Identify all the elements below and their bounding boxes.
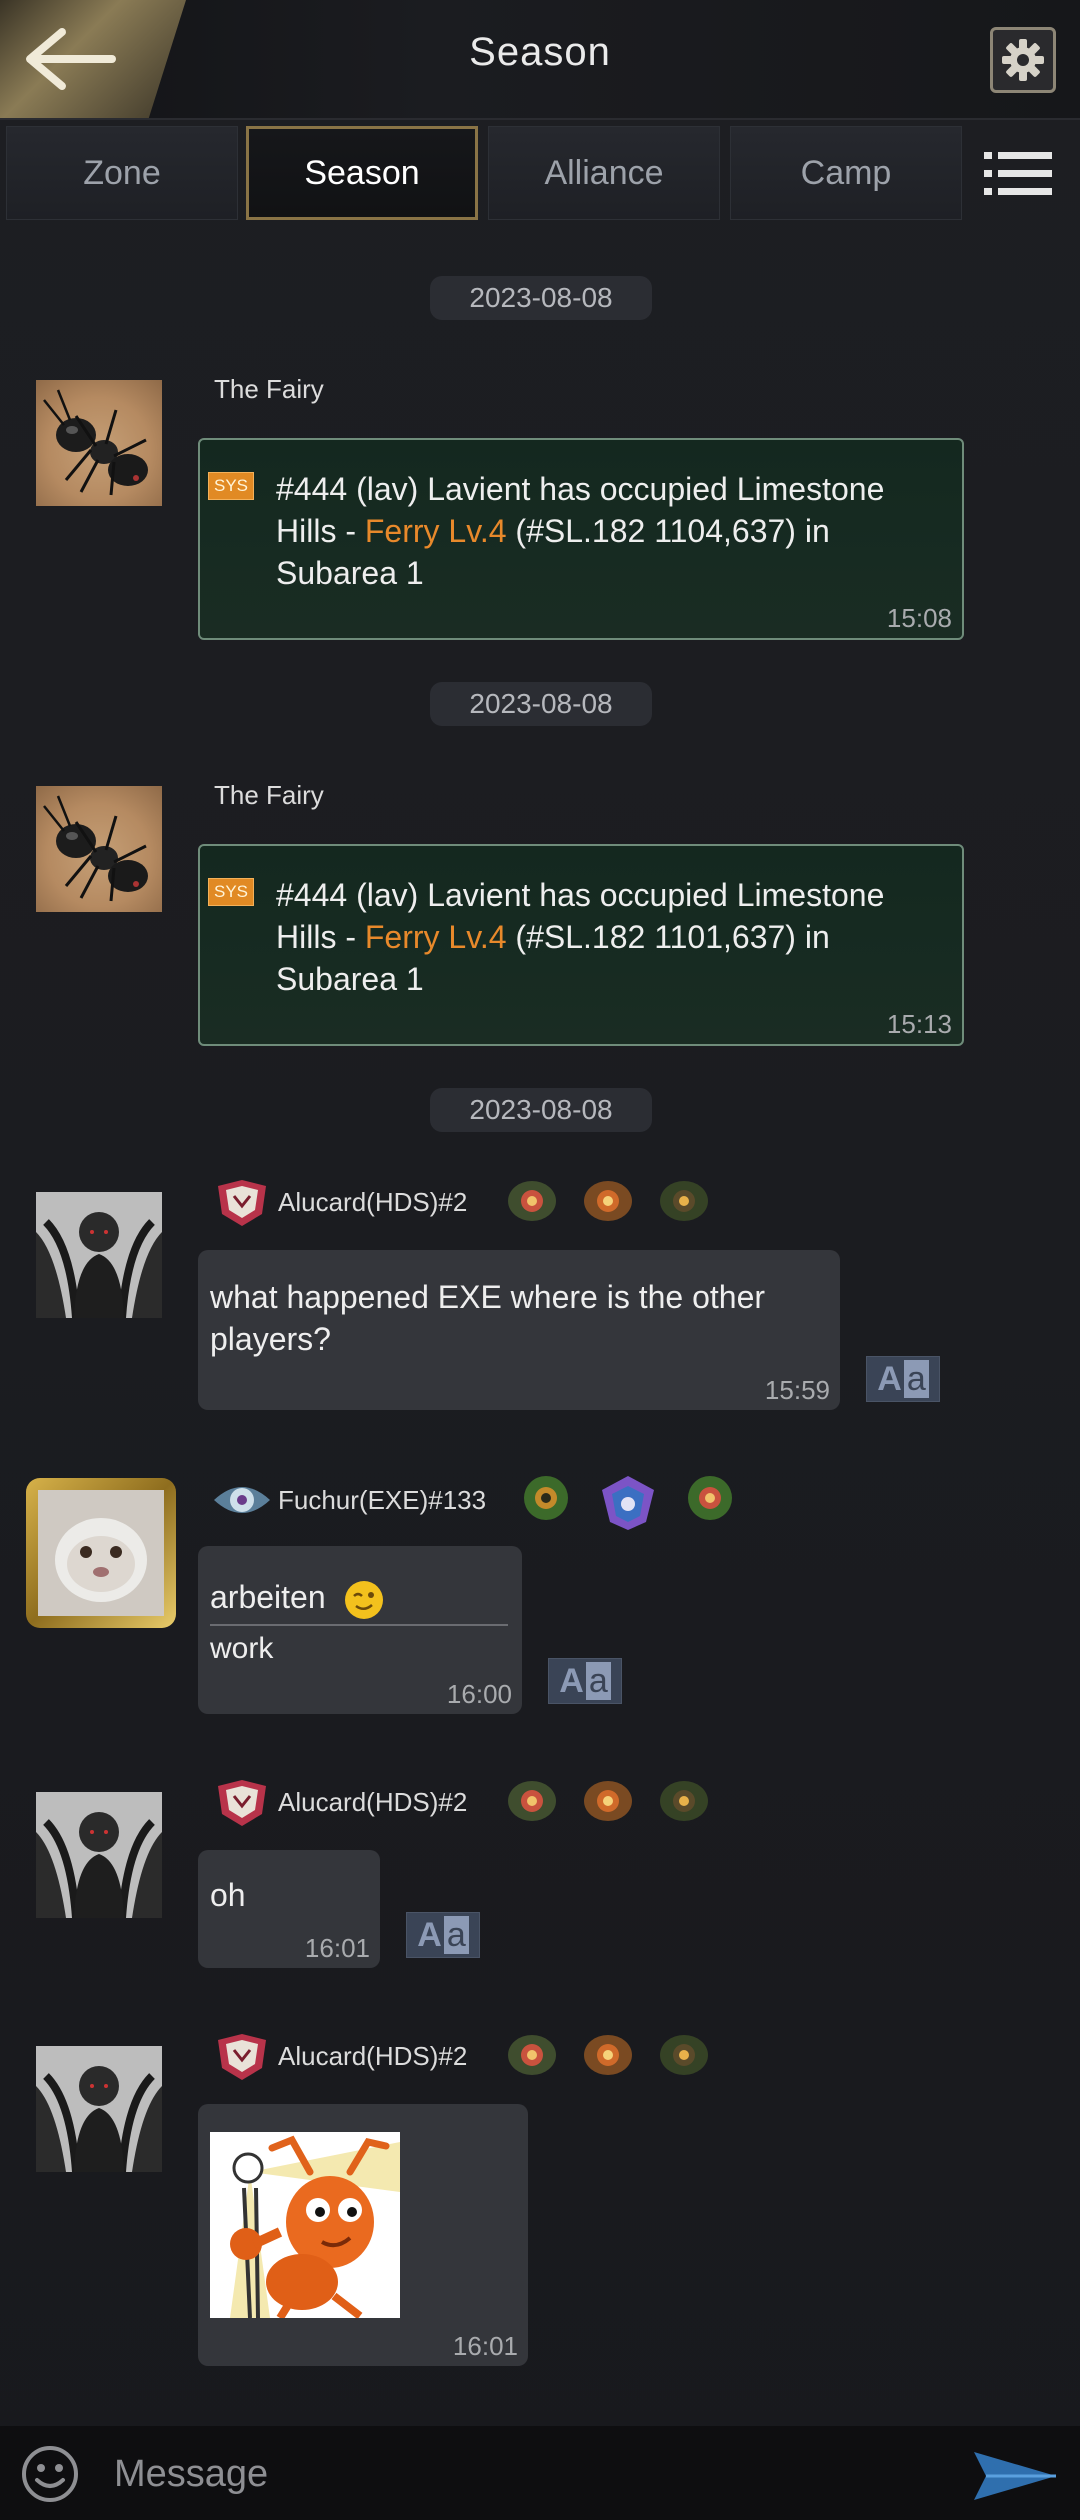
guild-emblem-icon bbox=[218, 1780, 266, 1826]
medal-badge-icon[interactable] bbox=[658, 1178, 710, 1224]
message-text: what happened EXE where is the other pla… bbox=[210, 1279, 766, 1357]
chat-message-bubble: oh 16:01 bbox=[198, 1850, 380, 1968]
channel-tabs: Zone Season Alliance Camp bbox=[0, 122, 1080, 222]
message-input-bar bbox=[0, 2426, 1080, 2520]
chat-message-bubble: what happened EXE where is the other pla… bbox=[198, 1250, 840, 1410]
dark-angel-avatar-icon bbox=[36, 1192, 162, 1318]
sys-badge: SYS bbox=[208, 878, 254, 906]
medal-badge-icon[interactable] bbox=[506, 1178, 558, 1224]
message-time: 15:08 bbox=[886, 603, 952, 633]
settings-button[interactable] bbox=[990, 27, 1056, 93]
sender-name: Alucard(HDS)#2 bbox=[210, 2030, 467, 2082]
translate-button[interactable]: Aa bbox=[548, 1658, 622, 1704]
medal-badge-icon[interactable] bbox=[582, 1778, 634, 1824]
translation-divider bbox=[210, 1624, 508, 1626]
avatar[interactable] bbox=[36, 2046, 162, 2172]
wink-emoji-icon bbox=[344, 1580, 383, 1619]
medal-badge-icon[interactable] bbox=[582, 1178, 634, 1224]
tab-alliance[interactable]: Alliance bbox=[488, 126, 720, 220]
translate-icon: Aa bbox=[417, 1915, 469, 1955]
translate-button[interactable]: Aa bbox=[406, 1912, 480, 1958]
page-title: Season bbox=[469, 30, 611, 74]
message-time: 16:00 bbox=[446, 1679, 512, 1709]
avatar[interactable] bbox=[36, 380, 162, 506]
medal-badge-icon[interactable] bbox=[506, 2032, 558, 2078]
system-message-bubble: SYS #444 (lav) Lavient has occupied Lime… bbox=[198, 438, 964, 640]
tab-season[interactable]: Season bbox=[246, 126, 478, 220]
medal-badge-icon[interactable] bbox=[658, 1778, 710, 1824]
ant-avatar-icon bbox=[43, 795, 148, 902]
message-time: 16:01 bbox=[452, 2331, 518, 2361]
tab-camp[interactable]: Camp bbox=[730, 126, 962, 220]
sender-name: Alucard(HDS)#2 bbox=[210, 1776, 467, 1828]
avatar[interactable] bbox=[36, 1192, 162, 1318]
translate-icon: Aa bbox=[877, 1359, 929, 1399]
medal-badge-icon[interactable] bbox=[582, 2032, 634, 2078]
ant-sticker-icon[interactable] bbox=[210, 2132, 400, 2318]
sender-name: Fuchur(EXE)#133 bbox=[210, 1472, 486, 1528]
translate-icon: Aa bbox=[559, 1661, 611, 1701]
menu-list-icon[interactable] bbox=[982, 144, 1054, 204]
avatar[interactable] bbox=[36, 1792, 162, 1918]
medal-badge-icon[interactable] bbox=[596, 1472, 660, 1532]
guild-emblem-icon bbox=[218, 2034, 266, 2080]
chat-screen: Season Zone Season Alliance Camp 2023-08… bbox=[0, 0, 1080, 2520]
guild-emblem-icon bbox=[214, 1487, 270, 1513]
medal-badge-icon[interactable] bbox=[506, 1778, 558, 1824]
message-text: arbeiten bbox=[210, 1576, 385, 1621]
sender-name: Alucard(HDS)#2 bbox=[210, 1176, 467, 1228]
send-icon[interactable] bbox=[970, 2448, 1060, 2504]
avatar[interactable] bbox=[36, 786, 162, 912]
sticker-message-bubble: 16:01 bbox=[198, 2104, 528, 2366]
furry-creature-avatar-icon bbox=[38, 1490, 164, 1616]
system-message-bubble: SYS #444 (lav) Lavient has occupied Lime… bbox=[198, 844, 964, 1046]
message-text: #444 (lav) Lavient has occupied Limeston… bbox=[276, 471, 885, 591]
guild-emblem-icon bbox=[218, 1180, 266, 1226]
sender-name: The Fairy bbox=[214, 780, 324, 810]
sys-badge: SYS bbox=[208, 472, 254, 500]
translated-text: work bbox=[210, 1632, 274, 1665]
message-time: 16:01 bbox=[304, 1933, 370, 1963]
translate-button[interactable]: Aa bbox=[866, 1356, 940, 1402]
date-separator: 2023-08-08 bbox=[430, 682, 652, 726]
top-bar: Season bbox=[0, 0, 1080, 120]
medal-badge-icon[interactable] bbox=[520, 1472, 572, 1524]
message-text: #444 (lav) Lavient has occupied Limeston… bbox=[276, 877, 885, 997]
emoji-icon[interactable] bbox=[20, 2444, 80, 2504]
location-link[interactable]: Ferry Lv.4 bbox=[365, 919, 507, 955]
message-time: 15:13 bbox=[886, 1009, 952, 1039]
message-input[interactable] bbox=[114, 2444, 834, 2504]
chat-message-bubble: arbeiten work 16:00 bbox=[198, 1546, 522, 1714]
message-time: 15:59 bbox=[764, 1375, 830, 1405]
medal-badges bbox=[520, 1472, 736, 1532]
medal-badge-icon[interactable] bbox=[658, 2032, 710, 2078]
location-link[interactable]: Ferry Lv.4 bbox=[365, 513, 507, 549]
medal-badges bbox=[506, 1178, 710, 1224]
date-separator: 2023-08-08 bbox=[430, 1088, 652, 1132]
sender-name: The Fairy bbox=[214, 374, 324, 404]
message-text: oh bbox=[210, 1877, 246, 1913]
gear-icon bbox=[1002, 39, 1044, 81]
medal-badge-icon[interactable] bbox=[684, 1472, 736, 1524]
date-separator: 2023-08-08 bbox=[430, 276, 652, 320]
ant-avatar-icon bbox=[43, 389, 148, 496]
dark-angel-avatar-icon bbox=[36, 2046, 162, 2172]
medal-badges bbox=[506, 1778, 710, 1824]
tab-zone[interactable]: Zone bbox=[6, 126, 238, 220]
dark-angel-avatar-icon bbox=[36, 1792, 162, 1918]
medal-badges bbox=[506, 2032, 710, 2078]
avatar[interactable] bbox=[26, 1478, 176, 1628]
